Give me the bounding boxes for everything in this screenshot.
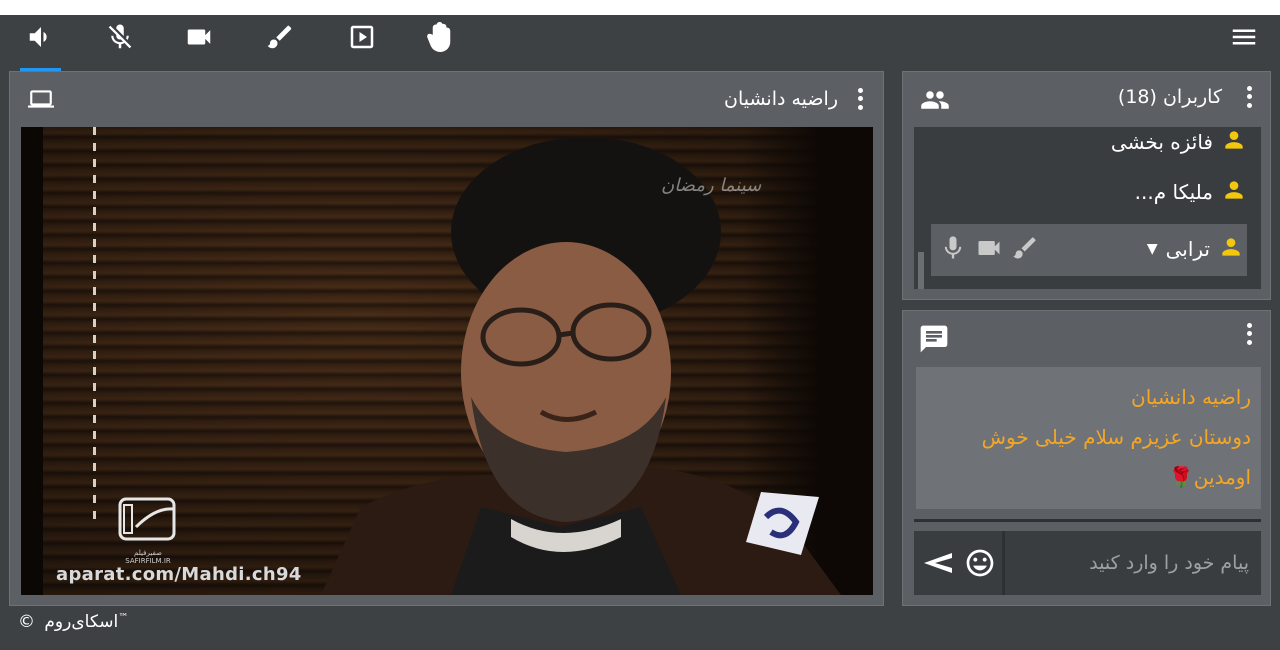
pencil-icon xyxy=(267,25,292,49)
users-panel-menu-button[interactable] xyxy=(1244,84,1254,110)
desktop-icon[interactable] xyxy=(25,86,57,112)
user-item[interactable]: فائزه بخشی xyxy=(1111,127,1247,157)
menu-button[interactable] xyxy=(1224,19,1264,55)
chat-input-area xyxy=(914,531,1261,595)
video-stream: سینما رمضان صفیرفیلم SAFIRFILM.IR aparat… xyxy=(21,127,873,595)
chat-icon xyxy=(920,325,948,353)
person-icon xyxy=(1221,127,1247,157)
mic-off-icon xyxy=(108,24,132,49)
user-name: ملیکا م... xyxy=(1134,180,1213,204)
video-camera-icon xyxy=(187,29,211,45)
chat-message-input[interactable] xyxy=(1005,531,1261,595)
hamburger-icon xyxy=(1232,29,1256,45)
speaker-icon xyxy=(29,27,47,47)
send-icon[interactable] xyxy=(920,547,954,579)
chat-panel: راضیه دانشیان دوستان عزیزم سلام خیلی خوش… xyxy=(902,310,1271,606)
safirfilm-logo xyxy=(118,497,176,541)
pencil-icon[interactable] xyxy=(1011,234,1039,262)
users-list: فائزه بخشی ملیکا م... ترابی ▼ xyxy=(914,127,1261,289)
safirfilm-caption: صفیرفیلم SAFIRFILM.IR xyxy=(125,549,171,565)
chat-panel-menu-button[interactable] xyxy=(1244,321,1254,347)
person-icon xyxy=(1221,177,1247,207)
hand-icon xyxy=(427,22,451,52)
raise-hand-button[interactable] xyxy=(417,15,461,59)
emoji-icon[interactable] xyxy=(964,547,996,579)
channel-watermark: سینما رمضان xyxy=(661,175,762,196)
users-panel: کاربران (18) فائزه بخشی ملیکا م... ترابی… xyxy=(902,71,1271,300)
selected-user-item[interactable]: ترابی ▼ xyxy=(931,224,1247,276)
footer-brand: © اسکای‌روم™ xyxy=(18,612,128,632)
toolbar xyxy=(0,15,1280,72)
play-box-icon xyxy=(350,25,374,49)
video-panel-menu-button[interactable] xyxy=(855,86,865,112)
microphone-button[interactable] xyxy=(98,15,142,59)
blind-string xyxy=(93,127,96,527)
chat-sender: راضیه دانشیان xyxy=(1131,385,1251,409)
whiteboard-button[interactable] xyxy=(258,15,302,59)
user-name: ترابی xyxy=(1165,237,1210,261)
chat-divider xyxy=(914,519,1261,522)
trademark-symbol: ™ xyxy=(118,612,129,624)
speaker-button[interactable] xyxy=(19,15,63,59)
user-controls xyxy=(939,234,1039,262)
top-strip xyxy=(0,0,1280,15)
tag-paper xyxy=(746,492,819,555)
camera-button[interactable] xyxy=(177,15,221,59)
chat-message: راضیه دانشیان دوستان عزیزم سلام خیلی خوش… xyxy=(916,367,1261,509)
media-button[interactable] xyxy=(340,15,384,59)
video-camera-icon[interactable] xyxy=(975,234,1003,262)
video-panel: راضیه دانشیان سینما رمضان صفیرفیلم SAFIR… xyxy=(9,71,884,606)
scrollbar[interactable] xyxy=(918,252,924,289)
caret-down-icon[interactable]: ▼ xyxy=(1147,241,1158,257)
person-icon xyxy=(1218,234,1244,264)
copyright-symbol: © xyxy=(18,612,35,632)
users-title: کاربران (18) xyxy=(1117,86,1222,108)
user-item[interactable]: ملیکا م... xyxy=(1135,177,1247,207)
user-item[interactable]: ترابی ▼ xyxy=(1147,234,1244,264)
mic-icon[interactable] xyxy=(939,234,967,262)
brand-name: اسکای‌روم xyxy=(44,612,119,632)
presenter-name: راضیه دانشیان xyxy=(724,88,838,110)
user-name: فائزه بخشی xyxy=(1110,130,1213,154)
group-icon xyxy=(921,91,949,109)
chat-text: دوستان عزیزم سلام خیلی خوش اومدین🌹 xyxy=(981,425,1251,489)
aparat-watermark: aparat.com/Mahdi.ch94 xyxy=(56,564,302,585)
